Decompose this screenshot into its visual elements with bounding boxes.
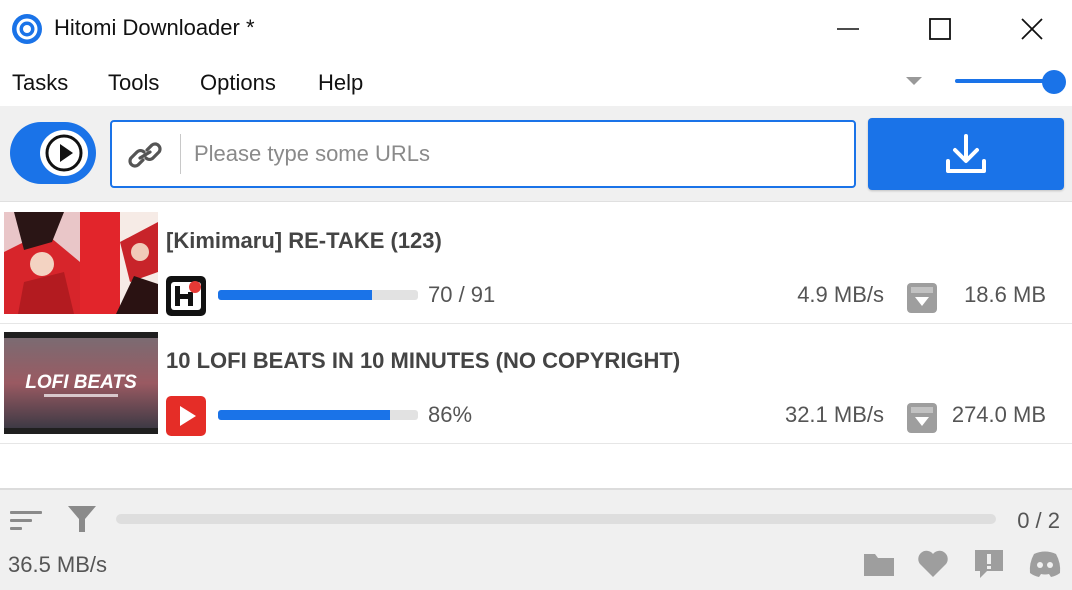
total-speed: 36.5 MB/s [8,552,108,577]
download-icon [946,134,986,173]
menu-options[interactable]: Options [200,70,276,96]
title-bar: Hitomi Downloader * [0,0,1072,58]
progress-bar [218,290,418,300]
download-speed: 32.1 MB/s [784,402,884,427]
progress-text: 70 / 91 [428,282,496,307]
app-logo-icon [12,14,42,44]
url-input[interactable] [194,132,834,176]
folder-icon[interactable] [862,548,896,580]
filter-icon[interactable] [66,502,98,536]
close-button[interactable] [986,0,1072,58]
maximize-icon [929,18,951,40]
play-knob [40,130,88,176]
minimize-button[interactable] [802,0,894,58]
file-size: 274.0 MB [951,402,1046,427]
url-divider [180,134,181,174]
task-row[interactable]: LOFI BEATS 10 LOFI BEATS IN 10 MINUTES (… [0,324,1072,444]
hitomi-icon [166,276,206,316]
task-title: [Kimimaru] RE-TAKE (123) [166,228,442,253]
task-thumbnail: LOFI BEATS [4,332,158,434]
menu-tasks[interactable]: Tasks [12,70,68,96]
menu-help[interactable]: Help [318,70,363,96]
status-bar: 0 / 2 36.5 MB/s [0,488,1072,590]
menu-tools[interactable]: Tools [108,70,159,96]
save-icon[interactable] [906,402,938,434]
task-thumbnail [4,212,158,314]
task-title: 10 LOFI BEATS IN 10 MINUTES (NO COPYRIGH… [166,348,681,373]
progress-bar [218,410,418,420]
zoom-slider-thumb[interactable] [1042,70,1066,94]
link-icon [128,142,162,168]
task-count: 0 / 2 [1017,508,1060,533]
progress-text: 86% [428,402,473,427]
close-icon [1021,18,1043,40]
download-speed: 4.9 MB/s [797,282,884,307]
download-button[interactable] [868,118,1064,190]
progress-fill [218,290,372,300]
discord-icon[interactable] [1028,548,1062,580]
minimize-icon [837,28,859,30]
progress-fill [218,410,390,420]
window-title: Hitomi Downloader * [54,15,255,40]
file-size: 18.6 MB [964,282,1046,307]
start-toggle[interactable] [10,122,96,184]
toolbar [0,106,1072,202]
sort-icon[interactable] [8,506,44,534]
zoom-slider-track[interactable] [955,79,1047,83]
url-field[interactable] [110,120,856,188]
heart-icon[interactable] [916,548,950,580]
task-row[interactable]: [Kimimaru] RE-TAKE (123) 70 / 91 4.9 MB/… [0,204,1072,324]
youtube-icon [166,396,206,436]
thumbnail-text: LOFI BEATS [25,372,137,393]
maximize-button[interactable] [894,0,986,58]
feedback-icon[interactable] [972,548,1006,580]
dropdown-caret-icon[interactable] [906,77,922,85]
play-icon [45,134,83,172]
save-icon[interactable] [906,282,938,314]
horizontal-scrollbar[interactable] [116,514,996,524]
